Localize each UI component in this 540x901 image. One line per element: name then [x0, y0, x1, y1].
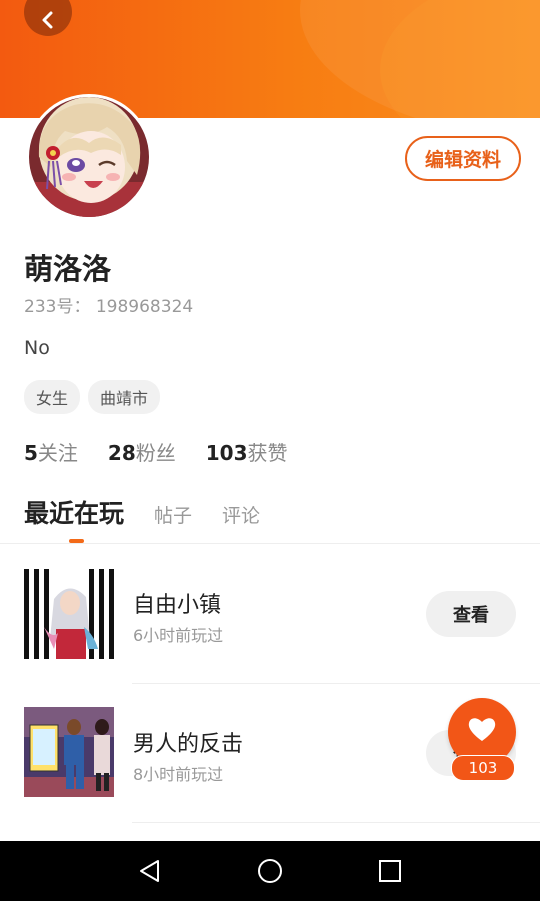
- nav-recents-button[interactable]: [360, 841, 420, 901]
- tab-comments[interactable]: 评论: [222, 501, 260, 528]
- user-id: 233号： 198968324: [24, 297, 194, 317]
- banner-decoration-2: [380, 0, 540, 118]
- stat-following[interactable]: 5关注: [24, 437, 78, 466]
- stat-likes[interactable]: 103获赞: [206, 437, 288, 466]
- nav-back-button[interactable]: [120, 841, 180, 901]
- chevron-left-icon: [42, 11, 53, 29]
- profile-tags: 女生 曲靖市: [24, 380, 161, 414]
- avatar[interactable]: [26, 94, 152, 220]
- game-title: 男人的反击: [133, 732, 244, 757]
- edit-profile-button[interactable]: 编辑资料: [405, 136, 521, 181]
- nav-home-button[interactable]: [240, 841, 300, 901]
- list-divider: [132, 822, 540, 823]
- game-cover-image: [24, 569, 114, 659]
- tab-recently-played[interactable]: 最近在玩: [24, 494, 124, 530]
- tabs-divider: [0, 543, 540, 544]
- heart-icon: [468, 718, 496, 741]
- tag-gender: 女生: [24, 380, 81, 414]
- back-button[interactable]: [24, 0, 72, 36]
- game-title: 自由小镇: [133, 593, 222, 618]
- game-list-item[interactable]: 自由小镇 6小时前玩过 查看: [0, 545, 540, 685]
- back-triangle-icon: [140, 860, 159, 882]
- game-last-played: 8小时前玩过: [133, 765, 224, 784]
- profile-stats: 5关注 28粉丝 103获赞: [24, 437, 288, 466]
- like-count-badge: 103: [451, 755, 515, 781]
- username: 萌洛洛: [24, 252, 112, 286]
- profile-tabs: 最近在玩 帖子 评论: [24, 494, 260, 530]
- home-circle-icon: [258, 859, 282, 883]
- system-navigation-bar: [0, 841, 540, 901]
- game-cover-image: [24, 707, 114, 797]
- tag-city: 曲靖市: [88, 380, 161, 414]
- stat-fans[interactable]: 28粉丝: [108, 437, 176, 466]
- game-last-played: 6小时前玩过: [133, 626, 224, 645]
- avatar-image: [29, 97, 149, 217]
- view-game-button[interactable]: 查看: [426, 591, 516, 637]
- recents-square-icon: [379, 860, 401, 882]
- tab-posts[interactable]: 帖子: [154, 501, 192, 528]
- user-bio: No: [24, 337, 50, 359]
